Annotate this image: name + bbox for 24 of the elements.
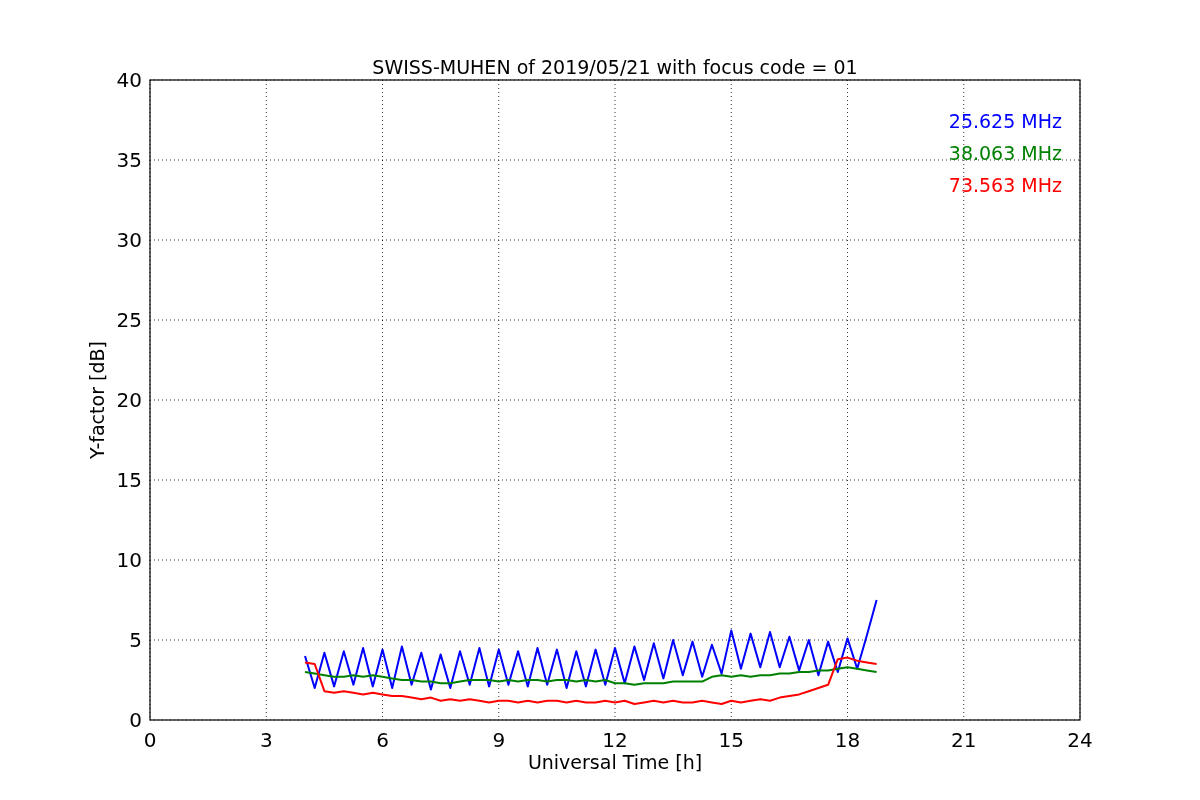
x-tick-label: 24 bbox=[1067, 728, 1093, 752]
legend-label: 73.563 MHz bbox=[948, 174, 1062, 196]
x-tick-label: 21 bbox=[951, 728, 977, 752]
y-tick-label: 20 bbox=[116, 388, 142, 412]
x-tick-label: 12 bbox=[602, 728, 628, 752]
x-tick-label: 18 bbox=[834, 728, 861, 752]
y-tick-label: 30 bbox=[116, 228, 142, 252]
x-tick-label: 15 bbox=[718, 728, 744, 752]
y-tick-label: 10 bbox=[116, 548, 142, 572]
y-axis-label: Y-factor [dB] bbox=[86, 341, 108, 459]
y-tick-label: 40 bbox=[116, 68, 142, 92]
x-tick-label: 9 bbox=[492, 728, 506, 752]
x-tick-label: 3 bbox=[259, 728, 273, 752]
x-tick-label: 0 bbox=[143, 728, 157, 752]
x-tick-label: 6 bbox=[376, 728, 389, 752]
legend-label: 38.063 MHz bbox=[948, 142, 1062, 164]
chart-title: SWISS-MUHEN of 2019/05/21 with focus code = 01 bbox=[372, 56, 858, 78]
y-tick-label: 25 bbox=[116, 308, 142, 332]
legend-label: 25.625 MHz bbox=[948, 110, 1062, 132]
y-tick-label: 0 bbox=[129, 708, 142, 732]
y-tick-label: 5 bbox=[129, 628, 142, 652]
y-tick-label: 35 bbox=[116, 148, 142, 172]
x-axis-label: Universal Time [h] bbox=[527, 751, 703, 773]
y-tick-label: 15 bbox=[116, 468, 142, 492]
